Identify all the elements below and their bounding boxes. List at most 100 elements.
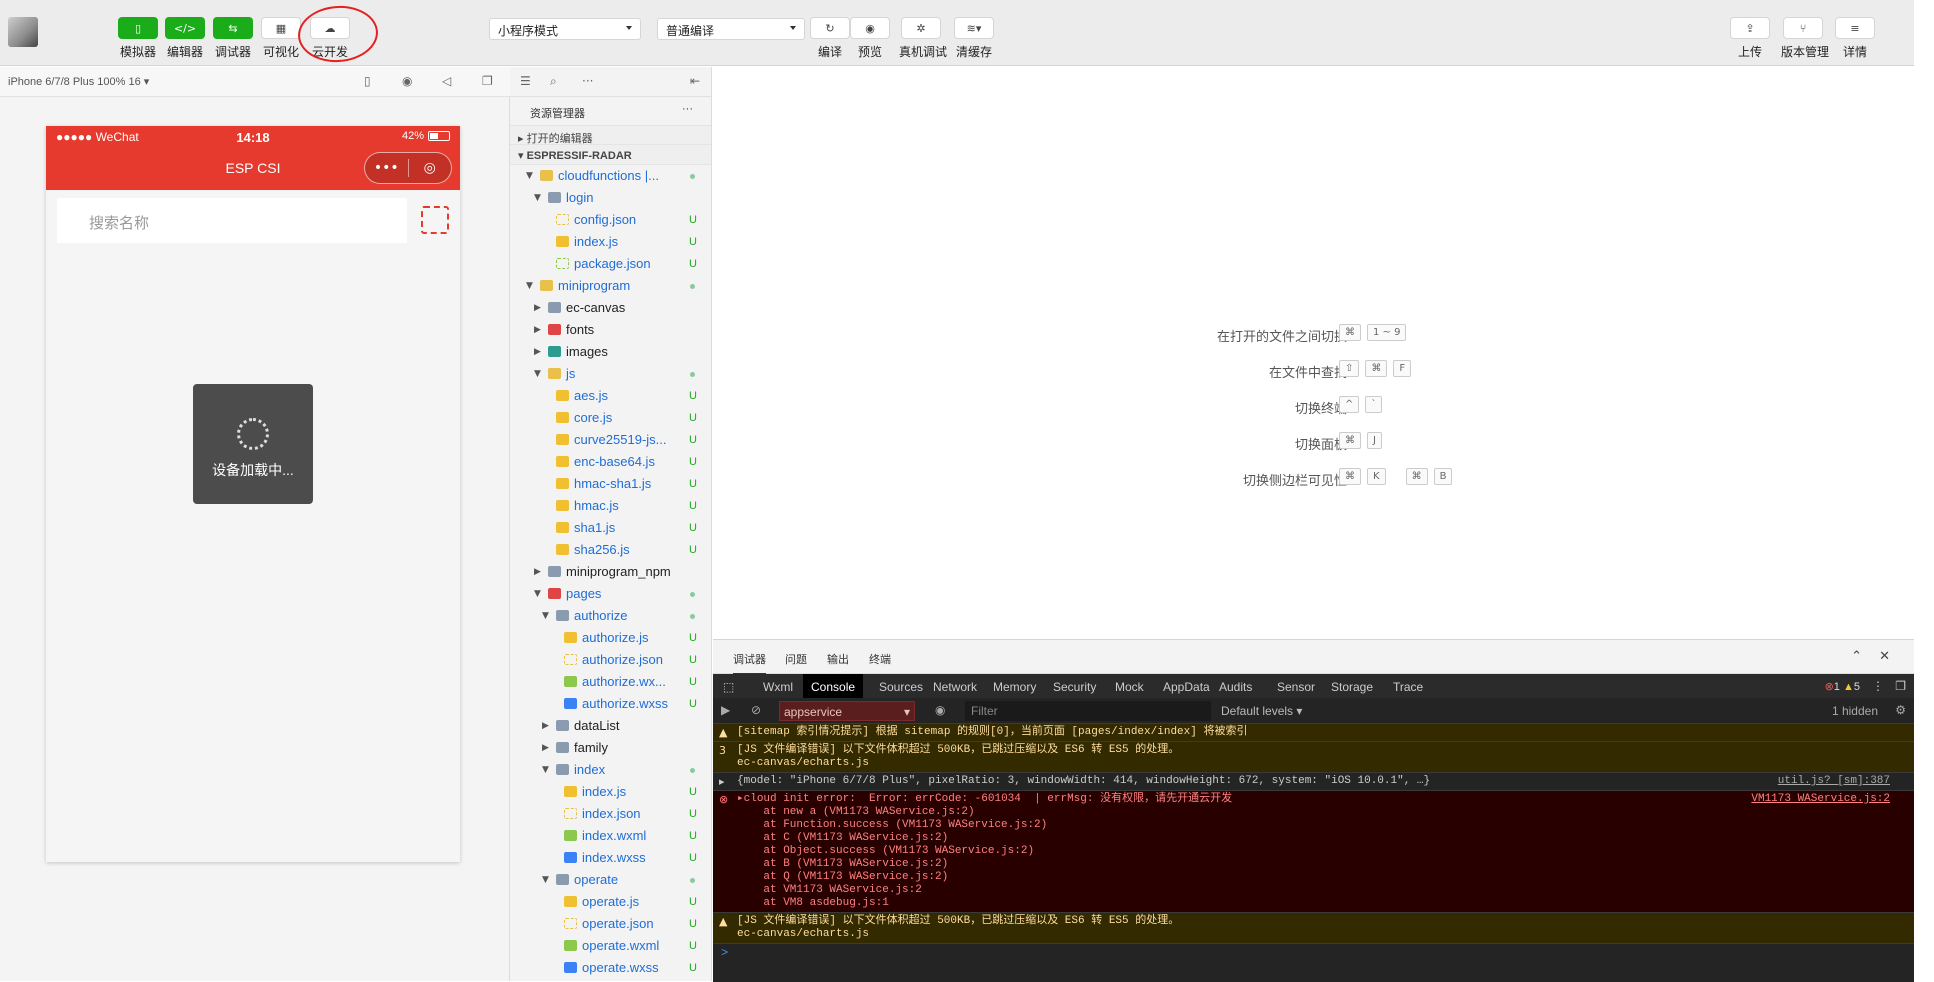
chevron-right-icon[interactable]: ▶ xyxy=(542,715,549,737)
tree-item[interactable]: ▶ dataList xyxy=(510,715,711,737)
tree-item[interactable]: index.wxss U xyxy=(510,847,711,869)
tree-item[interactable]: sha256.js U xyxy=(510,539,711,561)
tree-item[interactable]: ▼ miniprogram xyxy=(510,275,711,297)
chevron-down-icon[interactable]: ▼ xyxy=(534,187,541,209)
upload-button[interactable]: ⇪ 上传 xyxy=(1728,17,1772,60)
collapse-sidebar-icon[interactable]: ⇤ xyxy=(690,74,700,88)
tree-item[interactable]: enc-base64.js U xyxy=(510,451,711,473)
chevron-down-icon[interactable]: ▼ xyxy=(526,165,533,187)
clear-console-icon[interactable]: ⊘ xyxy=(751,703,761,717)
editor-button[interactable]: </> 编辑器 xyxy=(163,17,207,60)
device-select[interactable]: iPhone 6/7/8 Plus 100% 16 ▾ xyxy=(8,75,149,88)
tree-item[interactable]: index.json U xyxy=(510,803,711,825)
tree-item[interactable]: curve25519-js... U xyxy=(510,429,711,451)
tree-item[interactable]: ▶ family xyxy=(510,737,711,759)
chevron-right-icon[interactable]: ▶ xyxy=(534,561,541,583)
eye-icon[interactable]: ◉ xyxy=(935,703,945,717)
gear-icon[interactable]: ⚙ xyxy=(1895,703,1906,717)
tree-item[interactable]: operate.wxss U xyxy=(510,957,711,979)
devtools-tab-trace[interactable]: Trace xyxy=(1393,680,1423,694)
tree-item[interactable]: authorize.js U xyxy=(510,627,711,649)
tree-item[interactable]: config.json U xyxy=(510,209,711,231)
devtools-tab-console[interactable]: Console xyxy=(803,674,864,698)
compile-select[interactable]: 普通编译 xyxy=(657,18,805,40)
capsule-menu[interactable]: ••• ◎ xyxy=(364,152,452,184)
issue-counter[interactable]: ⊗1 ▲5 xyxy=(1825,680,1860,693)
open-editors-section[interactable]: ▸ 打开的编辑器 xyxy=(510,125,711,145)
tree-item[interactable]: hmac.js U xyxy=(510,495,711,517)
inspect-icon[interactable]: ⬚ xyxy=(723,680,734,694)
tree-item[interactable]: ▼ pages xyxy=(510,583,711,605)
more-icon[interactable]: ··· xyxy=(582,74,593,88)
devtools-tab-network[interactable]: Network xyxy=(933,680,977,694)
chevron-down-icon[interactable]: ▼ xyxy=(534,583,541,605)
tree-item[interactable]: ▼ index xyxy=(510,759,711,781)
project-section[interactable]: ▾ ESPRESSIF-RADAR xyxy=(510,145,711,165)
debugger-button[interactable]: ⇆ 调试器 xyxy=(211,17,255,60)
tab-problems[interactable]: 问题 xyxy=(785,651,807,667)
devtools-tab-appdata[interactable]: AppData xyxy=(1163,680,1210,694)
context-select[interactable]: appservice ▾ xyxy=(779,701,915,721)
chevron-down-icon[interactable]: ▼ xyxy=(526,275,533,297)
chevron-right-icon[interactable]: ▶ xyxy=(534,341,541,363)
clear-cache-button[interactable]: ≋▾ 清缓存 xyxy=(952,17,996,60)
preview-button[interactable]: ◉ 预览 xyxy=(848,17,892,60)
chevron-right-icon[interactable]: ▶ xyxy=(542,737,549,759)
tree-item[interactable]: ▼ login xyxy=(510,187,711,209)
undock-icon[interactable]: ❐ xyxy=(1895,679,1906,693)
tree-item[interactable]: index.js U xyxy=(510,781,711,803)
source-link[interactable]: util.js? [sm]:387 xyxy=(1778,775,1890,788)
tree-item[interactable]: aes.js U xyxy=(510,385,711,407)
tab-terminal[interactable]: 终端 xyxy=(869,651,891,667)
tree-item[interactable]: ▼ cloudfunctions |... xyxy=(510,165,711,187)
console-prompt[interactable]: > xyxy=(713,944,1914,962)
tab-debugger[interactable]: 调试器 xyxy=(733,651,766,675)
close-icon[interactable]: ✕ xyxy=(1879,649,1890,664)
tree-item[interactable]: authorize.json U xyxy=(510,649,711,671)
chevron-down-icon[interactable]: ▼ xyxy=(542,869,549,891)
version-button[interactable]: ⑂ 版本管理 xyxy=(1781,17,1829,60)
filter-input[interactable]: Filter xyxy=(965,701,1211,721)
sidebar-toggle-icon[interactable]: ▶ xyxy=(721,703,730,717)
tree-item[interactable]: operate.json U xyxy=(510,913,711,935)
devtools-tab-wxml[interactable]: Wxml xyxy=(763,680,793,694)
source-link[interactable]: VM1173 WAService.js:2 xyxy=(1751,793,1890,806)
tree-item[interactable]: ▶ ec-canvas xyxy=(510,297,711,319)
chevron-down-icon[interactable]: ▼ xyxy=(534,363,541,385)
simulator-button[interactable]: ▯ 模拟器 xyxy=(116,17,160,60)
devtools-tab-sources[interactable]: Sources xyxy=(879,680,923,694)
tree-item[interactable]: package.json U xyxy=(510,253,711,275)
list-icon[interactable]: ☰ xyxy=(520,74,531,88)
devtools-tab-sensor[interactable]: Sensor xyxy=(1277,680,1315,694)
more-vertical-icon[interactable]: ⋮ xyxy=(1872,679,1884,693)
compile-button[interactable]: ↻ 编译 xyxy=(808,17,852,60)
tree-item[interactable]: authorize.wxss U xyxy=(510,693,711,715)
visual-button[interactable]: ▦ 可视化 xyxy=(259,17,303,60)
tree-item[interactable]: ▶ miniprogram_npm xyxy=(510,561,711,583)
remote-debug-button[interactable]: ✲ 真机调试 xyxy=(899,17,947,60)
more-icon[interactable]: ··· xyxy=(682,103,693,115)
devtools-tab-memory[interactable]: Memory xyxy=(993,680,1036,694)
tree-item[interactable]: ▶ images xyxy=(510,341,711,363)
devtools-tab-storage[interactable]: Storage xyxy=(1331,680,1373,694)
chevron-right-icon[interactable]: ▶ xyxy=(534,297,541,319)
details-button[interactable]: ≡ 详情 xyxy=(1833,17,1877,60)
mode-select[interactable]: 小程序模式 xyxy=(489,18,641,40)
tree-item[interactable]: operate.wxml U xyxy=(510,935,711,957)
tree-item[interactable]: ▼ authorize xyxy=(510,605,711,627)
tree-item[interactable]: core.js U xyxy=(510,407,711,429)
scan-icon[interactable] xyxy=(421,206,449,234)
close-target-icon[interactable]: ◎ xyxy=(409,160,452,176)
tree-item[interactable]: index.wxml U xyxy=(510,825,711,847)
tree-item[interactable]: ▼ operate xyxy=(510,869,711,891)
avatar[interactable] xyxy=(8,17,38,47)
chevron-right-icon[interactable]: ▶ xyxy=(534,319,541,341)
tree-item[interactable]: index.js U xyxy=(510,231,711,253)
tree-item[interactable]: sha1.js U xyxy=(510,517,711,539)
expand-icon[interactable]: ▸ xyxy=(719,775,725,788)
tree-item[interactable]: ▶ fonts xyxy=(510,319,711,341)
chevron-up-icon[interactable]: ⌃ xyxy=(1851,649,1862,664)
phone-icon[interactable]: ▯ xyxy=(364,74,371,88)
window-icon[interactable]: ❐ xyxy=(482,74,493,88)
devtools-tab-audits[interactable]: Audits xyxy=(1219,680,1252,694)
